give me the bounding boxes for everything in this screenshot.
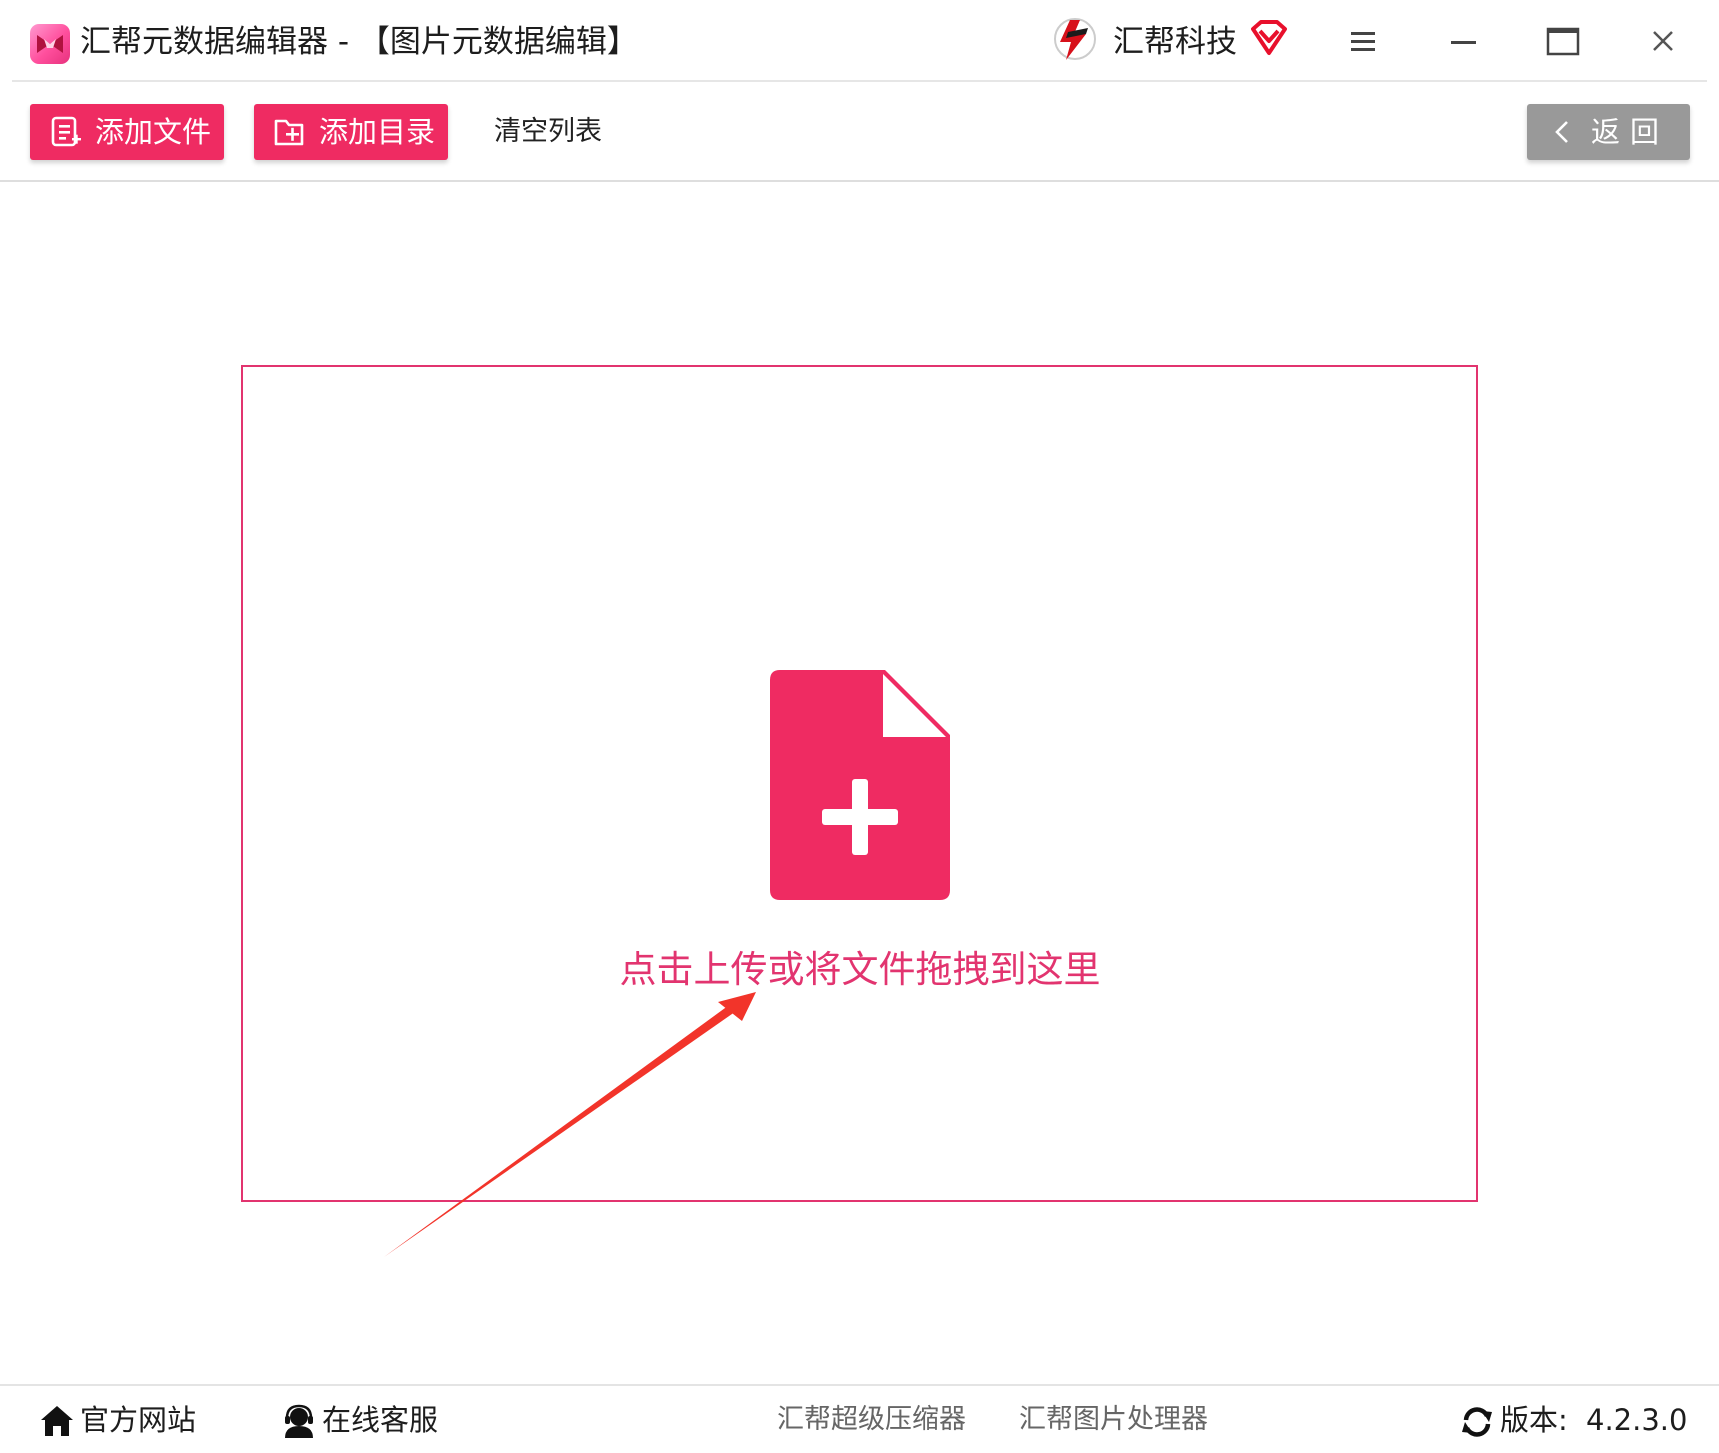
maximize-icon[interactable] <box>1532 18 1596 66</box>
minimize-icon[interactable] <box>1432 18 1496 66</box>
window-title: 汇帮元数据编辑器 - 【图片元数据编辑】 <box>80 24 638 60</box>
back-label: 返回 <box>1591 115 1670 149</box>
add-file-icon <box>50 116 82 148</box>
version-info[interactable]: 版本: 4.2.3.0 <box>1460 1396 1700 1444</box>
vip-diamond-icon[interactable] <box>1248 18 1290 58</box>
customer-service-icon <box>282 1404 316 1438</box>
hamburger-menu-icon[interactable] <box>1331 18 1395 66</box>
title-bar-divider <box>12 80 1707 82</box>
refresh-icon <box>1460 1405 1494 1439</box>
online-service-link[interactable]: 在线客服 <box>282 1396 462 1444</box>
chevron-left-icon <box>1549 118 1577 146</box>
toolbar-divider <box>0 180 1719 182</box>
add-file-label: 添加文件 <box>95 115 212 149</box>
file-plus-icon[interactable] <box>770 670 950 900</box>
add-file-button[interactable]: 添加文件 <box>30 104 224 160</box>
online-service-label: 在线客服 <box>322 1403 439 1437</box>
official-website-label: 官方网站 <box>80 1403 197 1437</box>
drop-hint-text[interactable]: 点击上传或将文件拖拽到这里 <box>560 942 1160 998</box>
add-directory-button[interactable]: 添加目录 <box>254 104 448 160</box>
product-link-compressor[interactable]: 汇帮超级压缩器 <box>777 1396 966 1444</box>
brand-logo-icon <box>1050 14 1100 64</box>
version-number: 4.2.3.0 <box>1586 1403 1688 1437</box>
version-label: 版本: <box>1500 1403 1568 1437</box>
app-logo-icon <box>30 24 70 64</box>
official-website-link[interactable]: 官方网站 <box>40 1396 230 1444</box>
back-button[interactable]: 返回 <box>1527 104 1690 160</box>
home-icon <box>40 1404 74 1438</box>
add-directory-label: 添加目录 <box>319 115 436 149</box>
product-link-image-processor[interactable]: 汇帮图片处理器 <box>1019 1396 1208 1444</box>
add-folder-icon <box>274 116 306 148</box>
close-icon[interactable] <box>1632 18 1696 66</box>
clear-list-button[interactable]: 清空列表 <box>478 104 618 160</box>
brand-name: 汇帮科技 <box>1113 24 1237 60</box>
